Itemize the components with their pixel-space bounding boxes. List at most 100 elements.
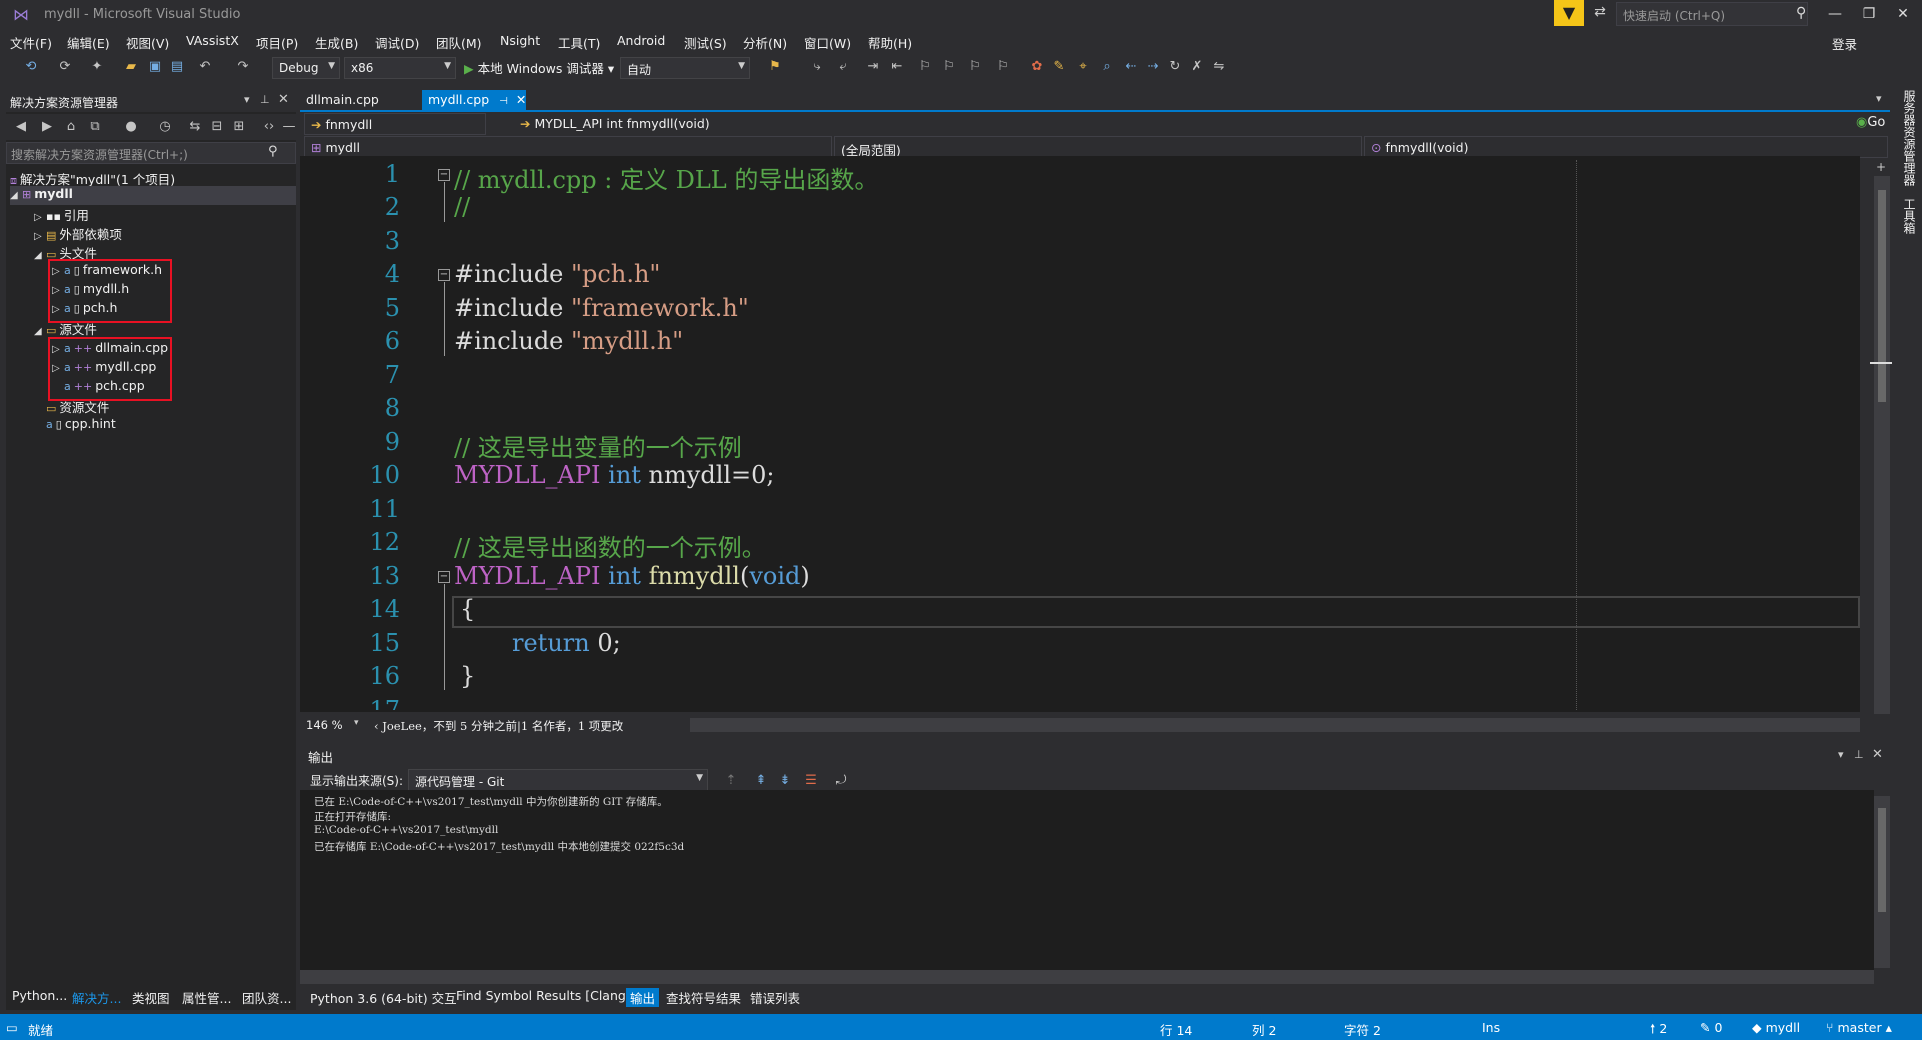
output-source-select[interactable]: 源代码管理 - Git ▼ <box>408 769 708 791</box>
editor-scroll-thumb[interactable] <box>1878 190 1886 402</box>
prev-bookmark-icon[interactable]: ⚐ <box>940 58 958 76</box>
solution-search-input[interactable]: 搜索解决方案资源管理器(Ctrl+;) <box>6 142 296 164</box>
pin-icon[interactable]: ⊥ <box>260 93 270 106</box>
login-link[interactable]: 登录 <box>1832 34 1857 53</box>
more-icon[interactable]: — <box>280 118 298 136</box>
horizontal-scrollbar[interactable] <box>690 718 1860 732</box>
menu-build[interactable]: 生成(B) <box>315 33 358 52</box>
back-nav-icon[interactable]: ⇠ <box>1122 58 1140 76</box>
tab-solution-explorer[interactable]: 解决方... <box>72 988 121 1007</box>
tab-property-manager[interactable]: 属性管... <box>182 988 231 1007</box>
tab-class-view[interactable]: 类视图 <box>132 988 170 1007</box>
quick-launch-input[interactable]: 快速启动 (Ctrl+Q) <box>1616 2 1808 26</box>
output-horizontal-scrollbar[interactable] <box>300 970 1874 984</box>
tab-output[interactable]: 输出 <box>626 988 660 1007</box>
tree-source-file[interactable]: a ++ pch.cpp <box>64 378 145 393</box>
unpushed-commits[interactable]: 🠕 2 <box>1650 1020 1667 1040</box>
se-back-icon[interactable]: ◀ <box>12 118 30 136</box>
outdent-icon[interactable]: ⇤ <box>888 58 906 76</box>
prev-message-icon[interactable]: ⇞ <box>752 772 770 790</box>
clear-all-icon[interactable]: ☰ <box>802 772 820 790</box>
indent-icon[interactable]: ⇥ <box>864 58 882 76</box>
menu-team[interactable]: 团队(M) <box>436 33 482 52</box>
project-scope-select[interactable]: ⊞ mydll <box>304 136 832 158</box>
tree-source-folder[interactable]: ◢ ▭ 源文件 <box>34 319 97 338</box>
undo-icon[interactable]: ↶ <box>196 58 214 76</box>
tab-find-symbol-clang[interactable]: Find Symbol Results [Clang] <box>456 988 631 1003</box>
tree-resource-folder[interactable]: ▭ 资源文件 <box>46 397 109 416</box>
menu-view[interactable]: 视图(V) <box>126 33 169 52</box>
run-mode-select[interactable]: 自动 ▼ <box>620 57 750 79</box>
menu-test[interactable]: 测试(S) <box>684 33 727 52</box>
tree-header-file[interactable]: ▷ a ▯ mydll.h <box>52 281 129 296</box>
back-icon[interactable]: ⟲ <box>22 58 40 76</box>
sync-icon[interactable]: ⇆ <box>186 118 204 136</box>
tab-error-list[interactable]: 错误列表 <box>750 988 800 1007</box>
repo-selector[interactable]: ◆ mydll <box>1752 1020 1800 1035</box>
nav-symbol-select[interactable]: ➔ fnmydll <box>304 113 486 135</box>
menu-debug[interactable]: 调试(D) <box>375 33 419 52</box>
output-close-icon[interactable]: ✕ <box>1872 747 1883 762</box>
server-explorer-tab[interactable]: 服务器资源管理器 <box>1898 90 1918 200</box>
tree-external-deps[interactable]: ▷ ▤ 外部依赖项 <box>34 224 122 243</box>
global-scope-select[interactable]: (全局范围) <box>834 136 1362 158</box>
branch-selector[interactable]: ⑂ master ▴ <box>1826 1020 1892 1035</box>
menu-nsight[interactable]: Nsight <box>500 33 540 48</box>
redo-icon[interactable]: ↷ <box>234 58 252 76</box>
pending-changes-icon[interactable]: ● <box>122 118 140 136</box>
menu-help[interactable]: 帮助(H) <box>868 33 912 52</box>
find-symbol-icon[interactable]: ⌕ <box>1098 58 1116 76</box>
tab-find-symbol-results[interactable]: 查找符号结果 <box>666 988 741 1007</box>
show-all-files-icon[interactable]: ⊞ <box>230 118 248 136</box>
bookmark-icon[interactable]: ⚐ <box>916 58 934 76</box>
tab-overflow-icon[interactable]: ▾ <box>1876 92 1882 105</box>
history-icon[interactable]: ◷ <box>156 118 174 136</box>
go-button[interactable]: ◉Go <box>1856 115 1885 130</box>
minimize-button[interactable]: — <box>1818 0 1852 28</box>
output-pin-icon[interactable]: ⊥ <box>1854 748 1864 761</box>
codelens-info[interactable]: ‹ JoeLee，不到 5 分钟之前|1 名作者，1 项更改 <box>374 718 623 734</box>
outline-icon[interactable]: ⇋ <box>1210 58 1228 76</box>
pending-changes[interactable]: ✎ 0 <box>1700 1020 1722 1035</box>
output-scroll-thumb[interactable] <box>1878 808 1886 912</box>
debug-target-icon[interactable]: ⚑ <box>766 58 784 76</box>
tree-references[interactable]: ▷ ▪▪ 引用 <box>34 205 89 224</box>
next-message-icon[interactable]: ⇟ <box>776 772 794 790</box>
clear-bookmarks-icon[interactable]: ⚐ <box>994 58 1012 76</box>
spelling-icon[interactable]: ✗ <box>1188 58 1206 76</box>
forward-icon[interactable]: ⟳ <box>56 58 74 76</box>
tree-project-selected[interactable]: ◢ ⊞ mydll <box>10 186 296 205</box>
new-project-icon[interactable]: ✦ <box>88 58 106 76</box>
split-icon[interactable]: + <box>1876 160 1886 174</box>
step-icon[interactable]: ⤷ <box>808 58 826 76</box>
home-icon[interactable]: ⌂ <box>62 118 80 136</box>
menu-analyze[interactable]: 分析(N) <box>743 33 787 52</box>
nav-definition-select[interactable]: ➔ MYDLL_API int fnmydll(void) <box>514 113 1852 135</box>
zoom-dropdown-icon[interactable]: ▾ <box>354 718 359 728</box>
step-over-icon[interactable]: ⤶ <box>834 58 852 76</box>
se-forward-icon[interactable]: ▶ <box>38 118 56 136</box>
start-debugging-button[interactable]: ▶ 本地 Windows 调试器 ▾ <box>464 58 614 77</box>
find-reference-icon[interactable]: ✎ <box>1050 58 1068 76</box>
collapse-icon[interactable]: − <box>438 269 450 281</box>
tree-header-file[interactable]: ▷ a ▯ framework.h <box>52 262 162 277</box>
tab-python[interactable]: Python... <box>12 988 67 1003</box>
save-all-icon[interactable]: ▤ <box>168 58 186 76</box>
tab-python-interactive[interactable]: Python 3.6 (64-bit) 交互 <box>310 988 457 1007</box>
tab-team-explorer[interactable]: 团队资... <box>242 988 291 1007</box>
tree-source-file[interactable]: ▷ a ++ dllmain.cpp <box>52 340 168 355</box>
menu-android[interactable]: Android <box>617 33 665 48</box>
code-view-icon[interactable]: ‹› <box>260 118 278 136</box>
refactor-icon[interactable]: ↻ <box>1166 58 1184 76</box>
menu-project[interactable]: 项目(P) <box>256 33 298 52</box>
collapse-icon[interactable]: − <box>438 571 450 583</box>
menu-edit[interactable]: 编辑(E) <box>67 33 110 52</box>
feedback-icon[interactable]: ⇄ <box>1590 4 1610 24</box>
menu-window[interactable]: 窗口(W) <box>804 33 851 52</box>
close-window-button[interactable]: ✕ <box>1886 0 1920 28</box>
menu-tools[interactable]: 工具(T) <box>558 33 600 52</box>
word-wrap-icon[interactable]: ⤾ <box>832 772 850 790</box>
function-scope-select[interactable]: ⊙ fnmydll(void) <box>1364 136 1888 158</box>
vax-icon[interactable]: ✿ <box>1028 58 1046 76</box>
output-dropdown-icon[interactable]: ▾ <box>1838 748 1844 761</box>
